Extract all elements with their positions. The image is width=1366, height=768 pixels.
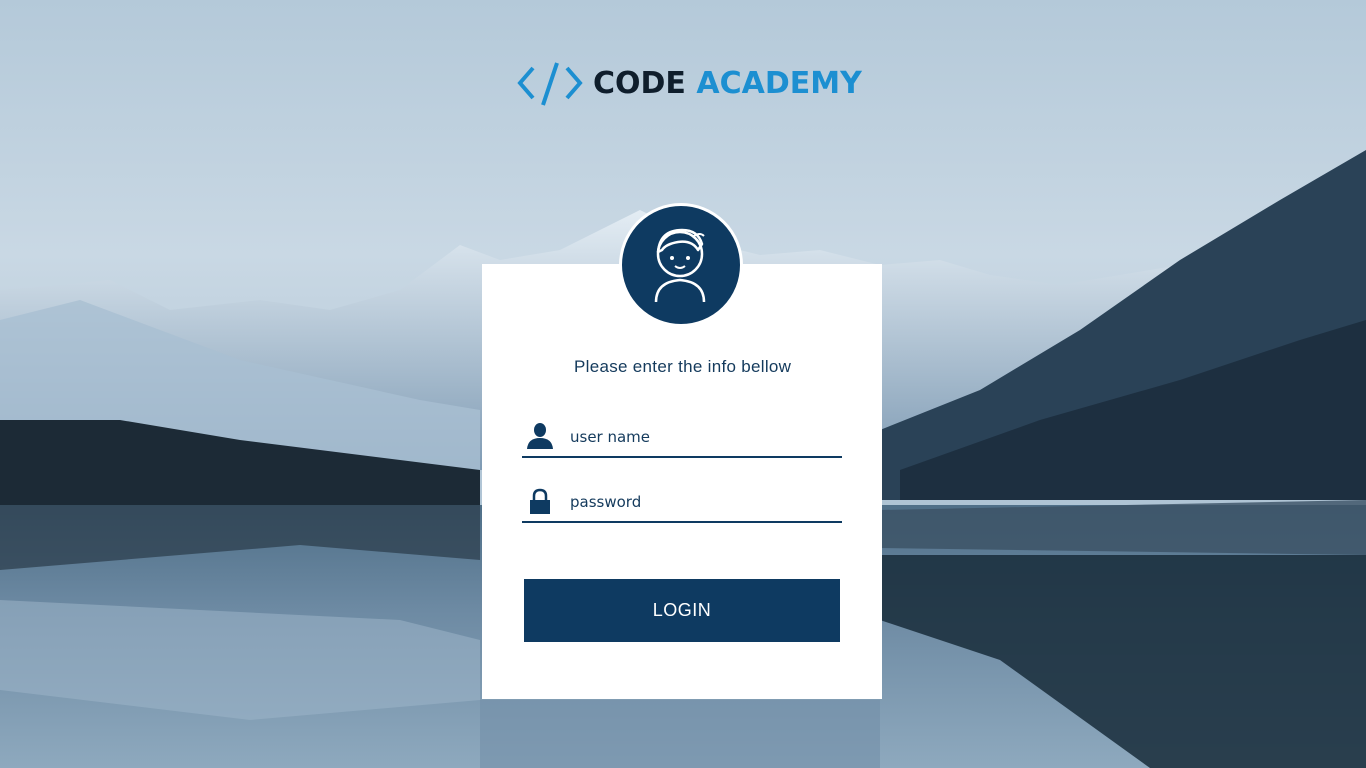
username-field bbox=[522, 418, 842, 458]
brand-name-code: CODE bbox=[593, 65, 686, 101]
form-prompt: Please enter the info bellow bbox=[574, 357, 792, 376]
brand-name-academy: ACADEMY bbox=[696, 65, 862, 101]
password-field bbox=[522, 483, 842, 523]
lock-icon bbox=[530, 488, 550, 514]
login-button[interactable]: LOGIN bbox=[524, 579, 840, 642]
brand-logo: CODE ACADEMY bbox=[517, 58, 862, 108]
password-input[interactable] bbox=[568, 489, 832, 515]
code-brackets-icon bbox=[517, 62, 583, 106]
avatar bbox=[619, 203, 743, 327]
brand-name: CODE ACADEMY bbox=[593, 66, 862, 101]
boy-avatar-icon bbox=[654, 228, 706, 303]
username-input[interactable] bbox=[568, 424, 832, 450]
user-icon bbox=[527, 423, 553, 449]
